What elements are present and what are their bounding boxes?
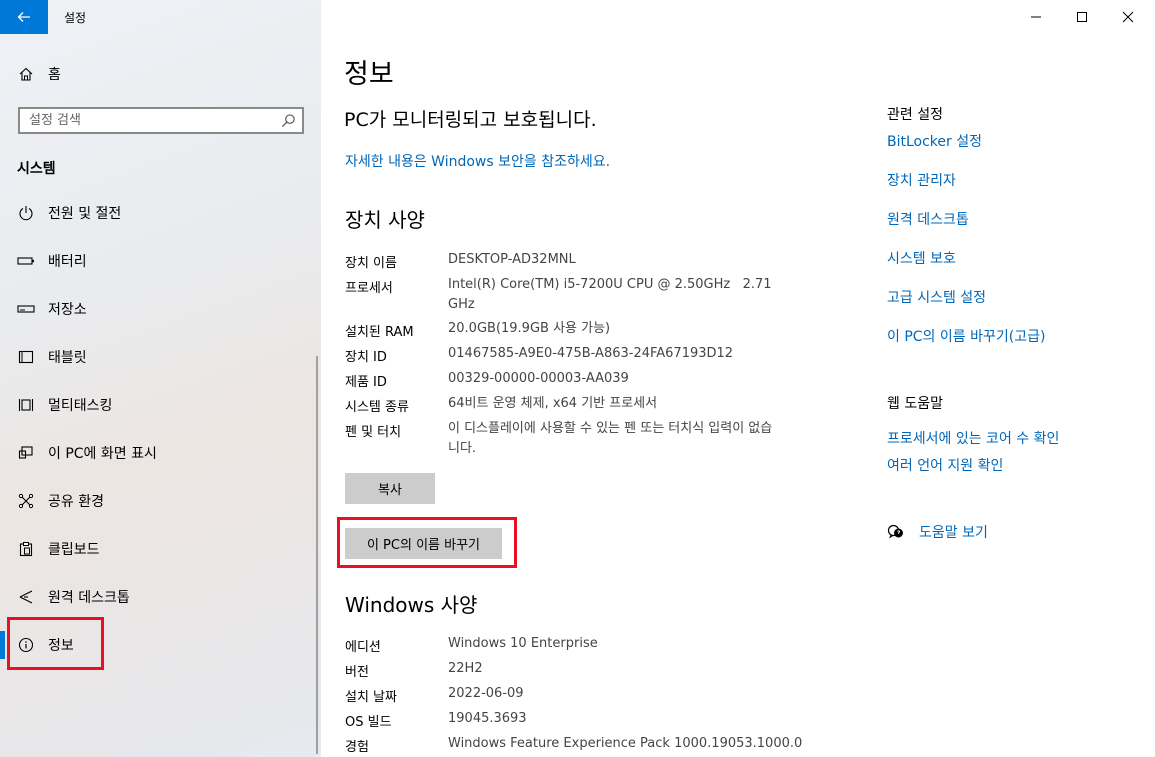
shared-experiences-icon — [17, 492, 35, 510]
sidebar-item-label: 배터리 — [48, 254, 87, 270]
spec-label-edition: 에디션 — [345, 640, 381, 655]
sidebar-item-shared-experiences[interactable]: 공유 환경 — [0, 479, 321, 523]
sidebar-item-tablet[interactable]: 태블릿 — [0, 335, 321, 379]
sidebar-item-label: 전원 및 절전 — [48, 206, 122, 222]
spec-value-install-date: 2022-06-09 — [448, 686, 524, 701]
back-button[interactable] — [0, 0, 48, 34]
help-chat-icon — [887, 524, 903, 539]
sidebar-item-projecting[interactable]: 이 PC에 화면 표시 — [0, 431, 321, 475]
spec-value-os-build: 19045.3693 — [448, 711, 527, 726]
spec-label-os-build: OS 빌드 — [345, 715, 392, 730]
spec-value-version: 22H2 — [448, 661, 483, 676]
sidebar-item-label: 태블릿 — [48, 350, 87, 366]
sidebar-item-power[interactable]: 전원 및 절전 — [0, 191, 321, 235]
remote-desktop-icon — [17, 588, 35, 606]
tablet-icon — [17, 348, 35, 366]
get-help-link[interactable]: 도움말 보기 — [919, 522, 988, 542]
language-support-link[interactable]: 여러 언어 지원 확인 — [887, 455, 1003, 475]
battery-icon — [17, 252, 35, 270]
clipboard-icon — [17, 540, 35, 558]
windows-security-link[interactable]: 자세한 내용은 Windows 보안을 참조하세요. — [345, 151, 610, 171]
sidebar: 설정 홈 시스템 전원 및 절전 배터리 저장소 — [0, 0, 321, 757]
spec-label-install-date: 설치 날짜 — [345, 690, 397, 705]
rename-pc-button[interactable]: 이 PC의 이름 바꾸기 — [345, 528, 502, 559]
spec-value-processor: Intel(R) Core(TM) i5-7200U CPU @ 2.50GHz… — [448, 277, 776, 312]
section-label: 시스템 — [17, 161, 56, 177]
search-box[interactable] — [18, 107, 304, 134]
sidebar-item-label: 저장소 — [48, 302, 87, 318]
related-settings-heading: 관련 설정 — [887, 107, 943, 123]
app-title: 설정 — [64, 11, 87, 25]
copy-button[interactable]: 복사 — [345, 473, 435, 504]
storage-icon — [17, 300, 35, 318]
projecting-icon — [17, 444, 35, 462]
web-help-heading: 웹 도움말 — [887, 396, 943, 412]
get-help-item[interactable]: 도움말 보기 — [887, 522, 988, 542]
close-icon — [1122, 11, 1134, 23]
spec-value-ram: 20.0GB(19.9GB 사용 가능) — [448, 321, 611, 336]
system-protection-link[interactable]: 시스템 보호 — [887, 248, 956, 268]
rename-pc-advanced-link[interactable]: 이 PC의 이름 바꾸기(고급) — [887, 326, 1045, 346]
sidebar-item-clipboard[interactable]: 클립보드 — [0, 527, 321, 571]
power-icon — [17, 204, 35, 222]
spec-label-version: 버전 — [345, 665, 369, 680]
spec-label-system-type: 시스템 종류 — [345, 400, 409, 415]
advanced-system-settings-link[interactable]: 고급 시스템 설정 — [887, 287, 986, 307]
sidebar-item-home[interactable]: 홈 — [0, 56, 321, 92]
spec-value-device-id: 01467585-A9E0-475B-A863-24FA67193D12 — [448, 346, 734, 361]
sidebar-scrollbar[interactable] — [316, 356, 318, 754]
sidebar-item-label: 원격 데스크톱 — [48, 590, 130, 606]
spec-label-ram: 설치된 RAM — [345, 325, 414, 340]
sidebar-item-remote-desktop[interactable]: 원격 데스크톱 — [0, 575, 321, 619]
spec-value-pen-touch: 이 디스플레이에 사용할 수 있는 펜 또는 터치식 입력이 없습니다. — [448, 421, 773, 456]
multitasking-icon — [17, 396, 35, 414]
spec-value-system-type: 64비트 운영 체제, x64 기반 프로세서 — [448, 396, 658, 411]
device-specs-heading: 장치 사양 — [345, 208, 425, 232]
spec-label-product-id: 제품 ID — [345, 375, 387, 390]
spec-label-device-id: 장치 ID — [345, 350, 387, 365]
spec-value-device-name: DESKTOP-AD32MNL — [448, 252, 576, 267]
spec-label-processor: 프로세서 — [345, 281, 393, 296]
minimize-button[interactable] — [1013, 0, 1059, 34]
spec-label-pen-touch: 펜 및 터치 — [345, 425, 402, 440]
sidebar-item-storage[interactable]: 저장소 — [0, 287, 321, 331]
sidebar-item-label: 클립보드 — [48, 542, 100, 558]
spec-value-edition: Windows 10 Enterprise — [448, 636, 598, 651]
page-title: 정보 — [344, 59, 394, 90]
processor-cores-link[interactable]: 프로세서에 있는 코어 수 확인 — [887, 428, 1059, 448]
protection-status: PC가 모니터링되고 보호됩니다. — [344, 109, 597, 131]
sidebar-item-label: 멀티태스킹 — [48, 398, 113, 414]
search-input[interactable] — [29, 113, 269, 128]
device-manager-link[interactable]: 장치 관리자 — [887, 170, 956, 190]
spec-label-experience: 경험 — [345, 740, 369, 755]
minimize-icon — [1031, 16, 1041, 18]
sidebar-item-label: 홈 — [48, 67, 61, 83]
maximize-icon — [1077, 12, 1087, 22]
maximize-button[interactable] — [1059, 0, 1105, 34]
windows-specs-heading: Windows 사양 — [345, 593, 478, 617]
active-indicator — [0, 631, 5, 659]
bitlocker-settings-link[interactable]: BitLocker 설정 — [887, 131, 982, 151]
remote-desktop-link[interactable]: 원격 데스크톱 — [887, 209, 969, 229]
home-icon — [17, 65, 35, 83]
search-icon[interactable] — [281, 113, 296, 128]
spec-value-product-id: 00329-00000-00003-AA039 — [448, 371, 629, 386]
sidebar-item-battery[interactable]: 배터리 — [0, 239, 321, 283]
sidebar-item-multitasking[interactable]: 멀티태스킹 — [0, 383, 321, 427]
spec-value-experience: Windows Feature Experience Pack 1000.190… — [448, 736, 803, 751]
back-arrow-icon — [17, 12, 30, 22]
highlight-box — [7, 617, 104, 670]
sidebar-item-label: 이 PC에 화면 표시 — [48, 446, 157, 462]
spec-label-device-name: 장치 이름 — [345, 256, 397, 271]
close-button[interactable] — [1105, 0, 1151, 34]
sidebar-item-label: 공유 환경 — [48, 494, 104, 510]
